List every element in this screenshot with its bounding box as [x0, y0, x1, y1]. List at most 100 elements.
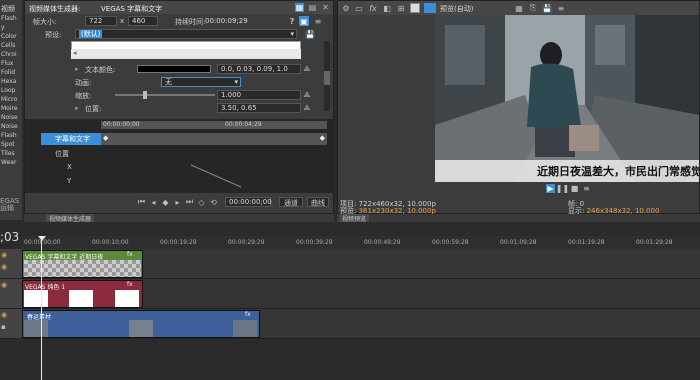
menu-icon[interactable]: ≡ [313, 16, 323, 26]
delete-keyframe-icon[interactable]: ◇ [197, 197, 206, 207]
left-list-item[interactable]: Folid [1, 68, 21, 77]
keyframe-timecode[interactable]: 00:00:00;00 [225, 197, 272, 207]
track-lock-icon[interactable]: ◉ [1, 251, 7, 259]
track-lock-icon[interactable]: ◉ [1, 263, 7, 271]
frame-height-input[interactable]: 460 [128, 16, 158, 26]
keyframe-marker-icon[interactable]: ◆ [103, 134, 108, 142]
text-color-value[interactable]: 0.0, 0.03, 0.09, 1.0 [217, 64, 301, 74]
expand-icon[interactable]: ▸ [75, 65, 79, 73]
prev-keyframe-icon[interactable]: ◂ [149, 197, 158, 207]
left-list-item[interactable]: Flash [1, 131, 21, 140]
save-preset-icon[interactable]: 💾 [305, 29, 315, 39]
first-keyframe-icon[interactable]: ⏮ [137, 197, 146, 207]
interp-select[interactable]: 曲线 [307, 197, 329, 207]
sync-select[interactable]: 通道 [279, 197, 303, 207]
scroll-left-icon[interactable]: ◂ [71, 49, 77, 57]
left-list-item[interactable]: Flash [1, 14, 21, 23]
pause-icon[interactable]: ❚❚ [556, 184, 569, 193]
menu-icon[interactable]: ≡ [556, 3, 566, 13]
left-list-item[interactable]: Wear [1, 158, 21, 167]
left-list-item[interactable]: y [1, 23, 21, 32]
sync-cursor-icon[interactable]: ⟲ [209, 197, 218, 207]
left-list-item[interactable]: Chroi [1, 50, 21, 59]
frame-size-row: 帧大小: 722 x 460 持续时间: 00:00:09;29 ? ▣ ≡ [25, 15, 333, 27]
left-list-item[interactable]: Loop [1, 86, 21, 95]
keyframe-icon[interactable]: ⟁ [303, 103, 311, 113]
next-keyframe-icon[interactable]: ▸ [173, 197, 182, 207]
position-value[interactable]: 3.50, 0.65 [217, 103, 301, 113]
left-list-item[interactable]: Cells [1, 41, 21, 50]
keyframe-lane-main[interactable]: ◆ ◆ [101, 133, 327, 145]
text-color-swatch[interactable] [137, 65, 211, 73]
copy-snapshot-icon[interactable]: ⎘ [528, 3, 538, 13]
left-list-panel: 视频 Flash y Color Cells Chroi Flux Folid Hexa Loo… [0, 0, 22, 220]
left-list-item[interactable]: Noise [1, 122, 21, 131]
playhead-handle[interactable] [38, 236, 46, 241]
left-list-title: 视频 [1, 5, 15, 13]
track-mute-icon[interactable]: ▪ [1, 323, 6, 331]
left-list-item[interactable]: Micro [1, 95, 21, 104]
frame-width-input[interactable]: 722 [85, 16, 117, 26]
preview-mode-select[interactable]: 预览(自动) [440, 4, 473, 14]
checkbox-icon[interactable] [410, 3, 420, 13]
add-keyframe-icon[interactable]: ◆ [161, 197, 170, 207]
chevron-down-icon: ▾ [290, 30, 294, 38]
fx-icon[interactable]: fx [127, 281, 133, 288]
preview-quality-icon[interactable] [424, 3, 436, 13]
play-icon[interactable]: ▶ [546, 184, 555, 193]
save-snapshot-icon[interactable]: 💾 [542, 3, 552, 13]
overlay-icon[interactable]: ⊞ [396, 3, 406, 13]
video-frame: 近期日夜温差大，市民出门常感觉在 [435, 15, 699, 182]
left-list-item[interactable]: Color [1, 32, 21, 41]
properties-scrollbar[interactable] [324, 41, 330, 111]
left-list-item[interactable]: Moire [1, 104, 21, 113]
left-list-item[interactable]: Noise [1, 113, 21, 122]
preset-select[interactable]: (默认) ▾ [75, 29, 297, 39]
scale-value[interactable]: 1.000 [217, 90, 301, 100]
fx-icon[interactable]: fx [368, 3, 378, 13]
track-header-3[interactable]: ◉ ▪ [0, 309, 22, 339]
split-screen-icon[interactable]: ◧ [382, 3, 392, 13]
settings-icon[interactable]: ▣ [299, 16, 309, 26]
close-icon[interactable]: ✕ [321, 3, 330, 12]
grid-icon[interactable]: ▦ [514, 3, 524, 13]
side-label-line: 运输 [0, 204, 14, 212]
keyframe-icon[interactable]: ⟁ [303, 90, 311, 100]
track-lock-icon[interactable]: ◉ [1, 281, 7, 289]
help-icon[interactable]: ? [287, 16, 297, 26]
left-list-item[interactable]: Tiles [1, 149, 21, 158]
last-keyframe-icon[interactable]: ⏭ [185, 197, 194, 207]
gear-icon[interactable]: ⚙ [341, 3, 351, 13]
fx-icon[interactable]: fx [127, 251, 133, 258]
keyframe-track-main[interactable]: 字幕和文字 [41, 133, 101, 145]
track-header-2[interactable]: ◉ [0, 279, 22, 309]
timeline-ruler[interactable]: 00:00:00;00 00:00:10;00 00:00:19;29 00:00:2… [22, 236, 700, 250]
left-list-item[interactable]: Spot [1, 140, 21, 149]
fx-icon[interactable]: fx [245, 311, 251, 318]
duration-value[interactable]: 00:00:09;29 [205, 17, 248, 25]
expand-icon[interactable]: ▸ [75, 104, 79, 112]
stop-icon[interactable]: ■ [570, 184, 579, 193]
layout-icon[interactable]: ▤ [308, 3, 317, 12]
keyframe-marker-icon[interactable]: ◆ [320, 134, 325, 142]
scale-slider-track[interactable] [115, 94, 215, 96]
text-area-scrollbar[interactable]: ◂ [71, 49, 301, 59]
track-header-1[interactable]: ◉ ◉ [0, 249, 22, 279]
menu-icon[interactable]: ≡ [582, 184, 591, 193]
keyframe-ruler: 00:00:00;00 00:00:04;29 [101, 121, 327, 129]
ruler-tick-label: 00:00:19;29 [160, 239, 197, 246]
side-label: EGAS 运输 [0, 198, 22, 218]
keyframe-icon[interactable]: ⟁ [303, 64, 311, 74]
animation-select[interactable]: 无 ▾ [161, 77, 241, 87]
left-list-item[interactable]: Hexa [1, 77, 21, 86]
grid-icon[interactable]: ▦ [295, 3, 304, 12]
track-lock-icon[interactable]: ◉ [1, 311, 7, 319]
scale-slider-handle[interactable] [143, 91, 147, 99]
frame-size-label: 帧大小: [33, 18, 57, 26]
scale-row: 缩放: 1.000 ⟁ [25, 89, 325, 101]
preview-bottom-tab-bar: 视频预览 [337, 214, 700, 223]
left-list-item[interactable]: Flux [1, 59, 21, 68]
video-clip[interactable]: 春运素材 fx [22, 310, 260, 338]
playhead[interactable] [41, 236, 42, 380]
external-monitor-icon[interactable]: ▭ [354, 3, 364, 13]
